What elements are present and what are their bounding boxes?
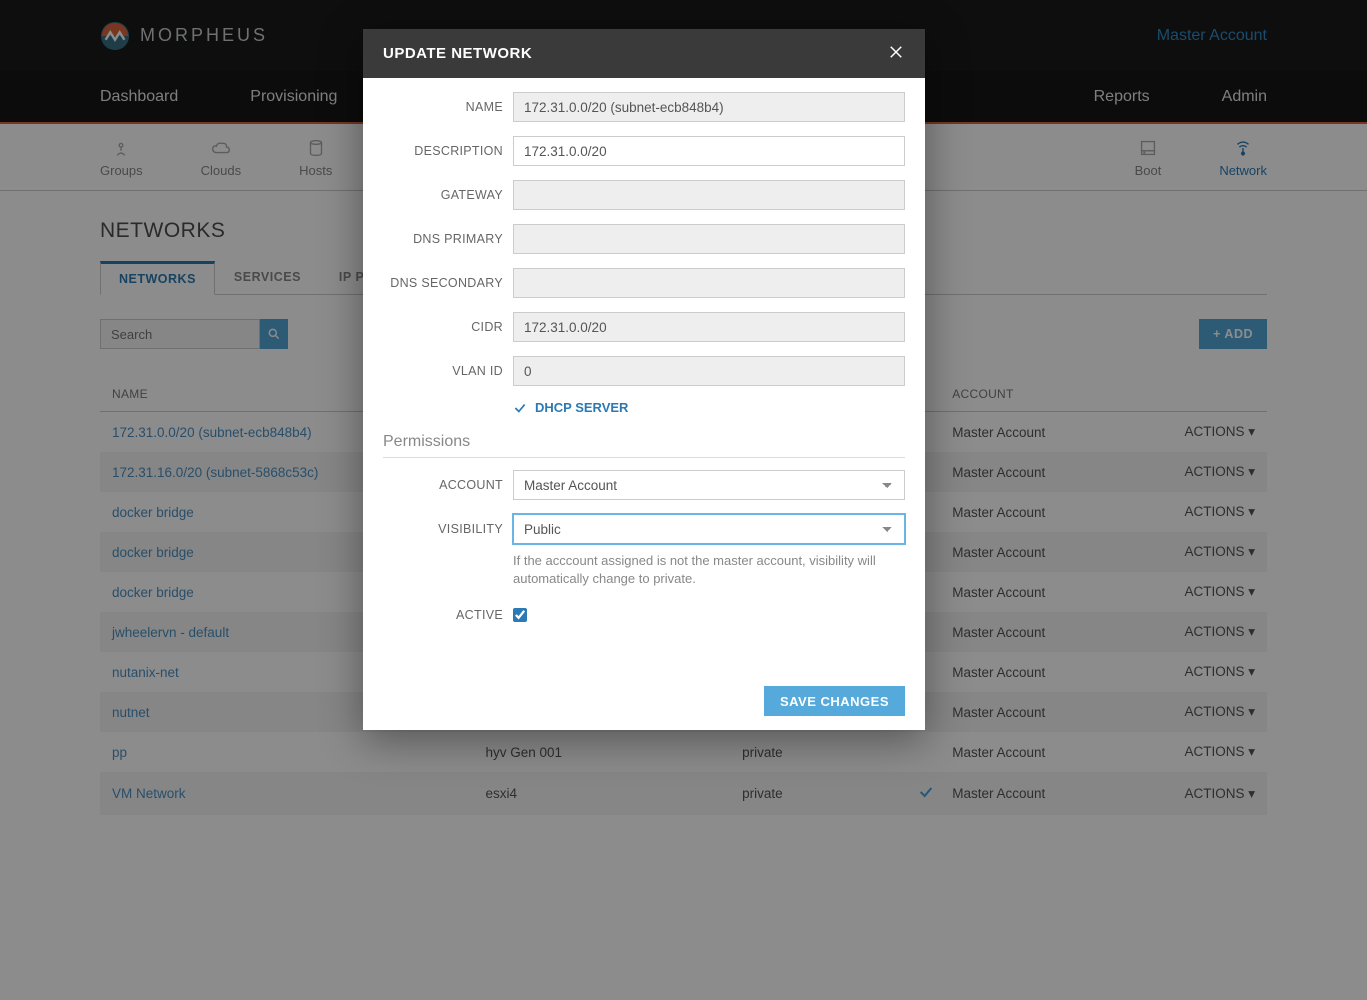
input-description[interactable] [513,136,905,166]
save-button[interactable]: SAVE CHANGES [764,686,905,716]
select-account[interactable]: Master Account [513,470,905,500]
input-vlan[interactable] [513,356,905,386]
dhcp-label: DHCP SERVER [535,400,628,415]
dhcp-row[interactable]: DHCP SERVER [513,400,905,415]
input-dns-secondary[interactable] [513,268,905,298]
modal-close-button[interactable] [887,41,905,67]
modal-footer: SAVE CHANGES [363,672,925,730]
label-dns-primary: DNS PRIMARY [383,232,513,246]
checkbox-active[interactable] [513,608,527,622]
input-dns-primary[interactable] [513,224,905,254]
update-network-modal: UPDATE NETWORK NAME DESCRIPTION GATEWAY … [363,29,925,730]
label-account: ACCOUNT [383,478,513,492]
visibility-help-text: If the acccount assigned is not the mast… [513,552,905,588]
modal-body: NAME DESCRIPTION GATEWAY DNS PRIMARY DNS… [363,78,925,672]
label-gateway: GATEWAY [383,188,513,202]
label-dns-secondary: DNS SECONDARY [383,276,513,290]
modal-header: UPDATE NETWORK [363,29,925,78]
label-active: ACTIVE [383,608,513,622]
input-cidr[interactable] [513,312,905,342]
input-gateway[interactable] [513,180,905,210]
close-icon [887,43,905,61]
check-icon [513,401,527,415]
label-visibility: VISIBILITY [383,522,513,536]
label-vlan: VLAN ID [383,364,513,378]
label-cidr: CIDR [383,320,513,334]
permissions-title: Permissions [383,433,905,458]
input-name[interactable] [513,92,905,122]
label-name: NAME [383,100,513,114]
label-description: DESCRIPTION [383,144,513,158]
select-visibility[interactable]: Public [513,514,905,544]
modal-title: UPDATE NETWORK [383,45,532,62]
